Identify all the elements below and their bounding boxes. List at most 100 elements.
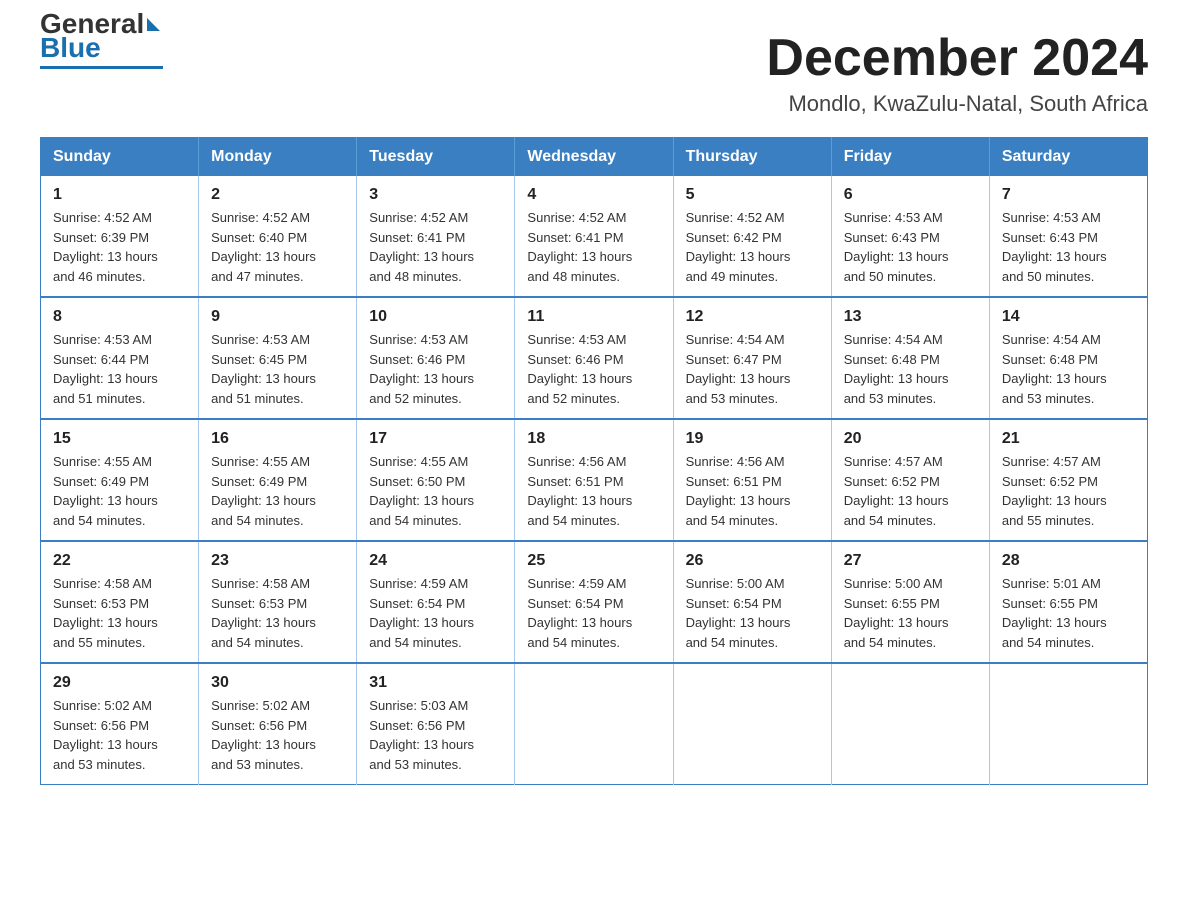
weekday-header-wednesday: Wednesday: [515, 138, 673, 177]
day-number: 26: [686, 552, 819, 570]
day-number: 15: [53, 430, 186, 448]
calendar-cell: 23 Sunrise: 4:58 AM Sunset: 6:53 PM Dayl…: [199, 541, 357, 663]
day-number: 2: [211, 186, 344, 204]
calendar-cell: 30 Sunrise: 5:02 AM Sunset: 6:56 PM Dayl…: [199, 663, 357, 785]
calendar-table: SundayMondayTuesdayWednesdayThursdayFrid…: [40, 137, 1148, 785]
day-info: Sunrise: 4:54 AM Sunset: 6:48 PM Dayligh…: [844, 330, 977, 408]
calendar-cell: 1 Sunrise: 4:52 AM Sunset: 6:39 PM Dayli…: [41, 176, 199, 297]
day-info: Sunrise: 4:54 AM Sunset: 6:47 PM Dayligh…: [686, 330, 819, 408]
day-number: 1: [53, 186, 186, 204]
day-info: Sunrise: 4:55 AM Sunset: 6:49 PM Dayligh…: [53, 452, 186, 530]
weekday-header-thursday: Thursday: [673, 138, 831, 177]
calendar-cell: 11 Sunrise: 4:53 AM Sunset: 6:46 PM Dayl…: [515, 297, 673, 419]
calendar-cell: [673, 663, 831, 785]
calendar-cell: 20 Sunrise: 4:57 AM Sunset: 6:52 PM Dayl…: [831, 419, 989, 541]
weekday-header-saturday: Saturday: [989, 138, 1147, 177]
day-info: Sunrise: 4:58 AM Sunset: 6:53 PM Dayligh…: [211, 574, 344, 652]
calendar-subtitle: Mondlo, KwaZulu-Natal, South Africa: [766, 91, 1148, 117]
weekday-header-friday: Friday: [831, 138, 989, 177]
weekday-header-sunday: Sunday: [41, 138, 199, 177]
day-number: 11: [527, 308, 660, 326]
day-info: Sunrise: 4:53 AM Sunset: 6:46 PM Dayligh…: [527, 330, 660, 408]
day-number: 22: [53, 552, 186, 570]
page-header: General General Blue December 2024 Mondl…: [40, 30, 1148, 117]
calendar-cell: 22 Sunrise: 4:58 AM Sunset: 6:53 PM Dayl…: [41, 541, 199, 663]
day-info: Sunrise: 4:53 AM Sunset: 6:43 PM Dayligh…: [844, 208, 977, 286]
day-info: Sunrise: 4:53 AM Sunset: 6:46 PM Dayligh…: [369, 330, 502, 408]
day-number: 30: [211, 674, 344, 692]
weekday-header-tuesday: Tuesday: [357, 138, 515, 177]
day-number: 7: [1002, 186, 1135, 204]
day-number: 5: [686, 186, 819, 204]
calendar-cell: [989, 663, 1147, 785]
calendar-cell: 26 Sunrise: 5:00 AM Sunset: 6:54 PM Dayl…: [673, 541, 831, 663]
day-info: Sunrise: 4:56 AM Sunset: 6:51 PM Dayligh…: [527, 452, 660, 530]
day-number: 28: [1002, 552, 1135, 570]
day-info: Sunrise: 4:58 AM Sunset: 6:53 PM Dayligh…: [53, 574, 186, 652]
day-info: Sunrise: 4:52 AM Sunset: 6:40 PM Dayligh…: [211, 208, 344, 286]
day-number: 18: [527, 430, 660, 448]
calendar-cell: 6 Sunrise: 4:53 AM Sunset: 6:43 PM Dayli…: [831, 176, 989, 297]
logo-blue-text: Blue: [40, 32, 101, 63]
calendar-cell: 25 Sunrise: 4:59 AM Sunset: 6:54 PM Dayl…: [515, 541, 673, 663]
day-info: Sunrise: 5:00 AM Sunset: 6:55 PM Dayligh…: [844, 574, 977, 652]
day-number: 23: [211, 552, 344, 570]
day-number: 27: [844, 552, 977, 570]
logo-underline: [40, 66, 163, 69]
calendar-cell: 19 Sunrise: 4:56 AM Sunset: 6:51 PM Dayl…: [673, 419, 831, 541]
logo-arrow-icon: [147, 18, 160, 31]
day-number: 3: [369, 186, 502, 204]
week-row-2: 8 Sunrise: 4:53 AM Sunset: 6:44 PM Dayli…: [41, 297, 1148, 419]
calendar-cell: 13 Sunrise: 4:54 AM Sunset: 6:48 PM Dayl…: [831, 297, 989, 419]
title-block: December 2024 Mondlo, KwaZulu-Natal, Sou…: [766, 30, 1148, 117]
day-number: 4: [527, 186, 660, 204]
calendar-cell: 24 Sunrise: 4:59 AM Sunset: 6:54 PM Dayl…: [357, 541, 515, 663]
day-number: 20: [844, 430, 977, 448]
week-row-4: 22 Sunrise: 4:58 AM Sunset: 6:53 PM Dayl…: [41, 541, 1148, 663]
calendar-cell: 10 Sunrise: 4:53 AM Sunset: 6:46 PM Dayl…: [357, 297, 515, 419]
day-info: Sunrise: 4:53 AM Sunset: 6:44 PM Dayligh…: [53, 330, 186, 408]
day-info: Sunrise: 4:52 AM Sunset: 6:39 PM Dayligh…: [53, 208, 186, 286]
day-info: Sunrise: 4:53 AM Sunset: 6:45 PM Dayligh…: [211, 330, 344, 408]
calendar-cell: 15 Sunrise: 4:55 AM Sunset: 6:49 PM Dayl…: [41, 419, 199, 541]
weekday-header-row: SundayMondayTuesdayWednesdayThursdayFrid…: [41, 138, 1148, 177]
day-info: Sunrise: 4:57 AM Sunset: 6:52 PM Dayligh…: [1002, 452, 1135, 530]
day-number: 29: [53, 674, 186, 692]
calendar-cell: 31 Sunrise: 5:03 AM Sunset: 6:56 PM Dayl…: [357, 663, 515, 785]
week-row-3: 15 Sunrise: 4:55 AM Sunset: 6:49 PM Dayl…: [41, 419, 1148, 541]
day-number: 17: [369, 430, 502, 448]
calendar-cell: 4 Sunrise: 4:52 AM Sunset: 6:41 PM Dayli…: [515, 176, 673, 297]
calendar-title: December 2024: [766, 30, 1148, 87]
day-info: Sunrise: 4:52 AM Sunset: 6:41 PM Dayligh…: [527, 208, 660, 286]
day-info: Sunrise: 4:56 AM Sunset: 6:51 PM Dayligh…: [686, 452, 819, 530]
calendar-cell: 14 Sunrise: 4:54 AM Sunset: 6:48 PM Dayl…: [989, 297, 1147, 419]
day-number: 31: [369, 674, 502, 692]
week-row-5: 29 Sunrise: 5:02 AM Sunset: 6:56 PM Dayl…: [41, 663, 1148, 785]
day-number: 24: [369, 552, 502, 570]
day-info: Sunrise: 5:03 AM Sunset: 6:56 PM Dayligh…: [369, 696, 502, 774]
day-info: Sunrise: 5:01 AM Sunset: 6:55 PM Dayligh…: [1002, 574, 1135, 652]
day-number: 14: [1002, 308, 1135, 326]
calendar-cell: 5 Sunrise: 4:52 AM Sunset: 6:42 PM Dayli…: [673, 176, 831, 297]
calendar-cell: 29 Sunrise: 5:02 AM Sunset: 6:56 PM Dayl…: [41, 663, 199, 785]
calendar-cell: 9 Sunrise: 4:53 AM Sunset: 6:45 PM Dayli…: [199, 297, 357, 419]
day-number: 6: [844, 186, 977, 204]
calendar-cell: [515, 663, 673, 785]
calendar-cell: 18 Sunrise: 4:56 AM Sunset: 6:51 PM Dayl…: [515, 419, 673, 541]
logo: General General Blue: [40, 30, 163, 69]
calendar-cell: 3 Sunrise: 4:52 AM Sunset: 6:41 PM Dayli…: [357, 176, 515, 297]
calendar-cell: 8 Sunrise: 4:53 AM Sunset: 6:44 PM Dayli…: [41, 297, 199, 419]
calendar-cell: 27 Sunrise: 5:00 AM Sunset: 6:55 PM Dayl…: [831, 541, 989, 663]
day-number: 16: [211, 430, 344, 448]
day-info: Sunrise: 5:02 AM Sunset: 6:56 PM Dayligh…: [53, 696, 186, 774]
calendar-cell: 17 Sunrise: 4:55 AM Sunset: 6:50 PM Dayl…: [357, 419, 515, 541]
day-info: Sunrise: 5:00 AM Sunset: 6:54 PM Dayligh…: [686, 574, 819, 652]
calendar-cell: 7 Sunrise: 4:53 AM Sunset: 6:43 PM Dayli…: [989, 176, 1147, 297]
day-number: 10: [369, 308, 502, 326]
week-row-1: 1 Sunrise: 4:52 AM Sunset: 6:39 PM Dayli…: [41, 176, 1148, 297]
day-number: 8: [53, 308, 186, 326]
calendar-cell: 2 Sunrise: 4:52 AM Sunset: 6:40 PM Dayli…: [199, 176, 357, 297]
day-number: 25: [527, 552, 660, 570]
calendar-cell: 12 Sunrise: 4:54 AM Sunset: 6:47 PM Dayl…: [673, 297, 831, 419]
day-info: Sunrise: 5:02 AM Sunset: 6:56 PM Dayligh…: [211, 696, 344, 774]
